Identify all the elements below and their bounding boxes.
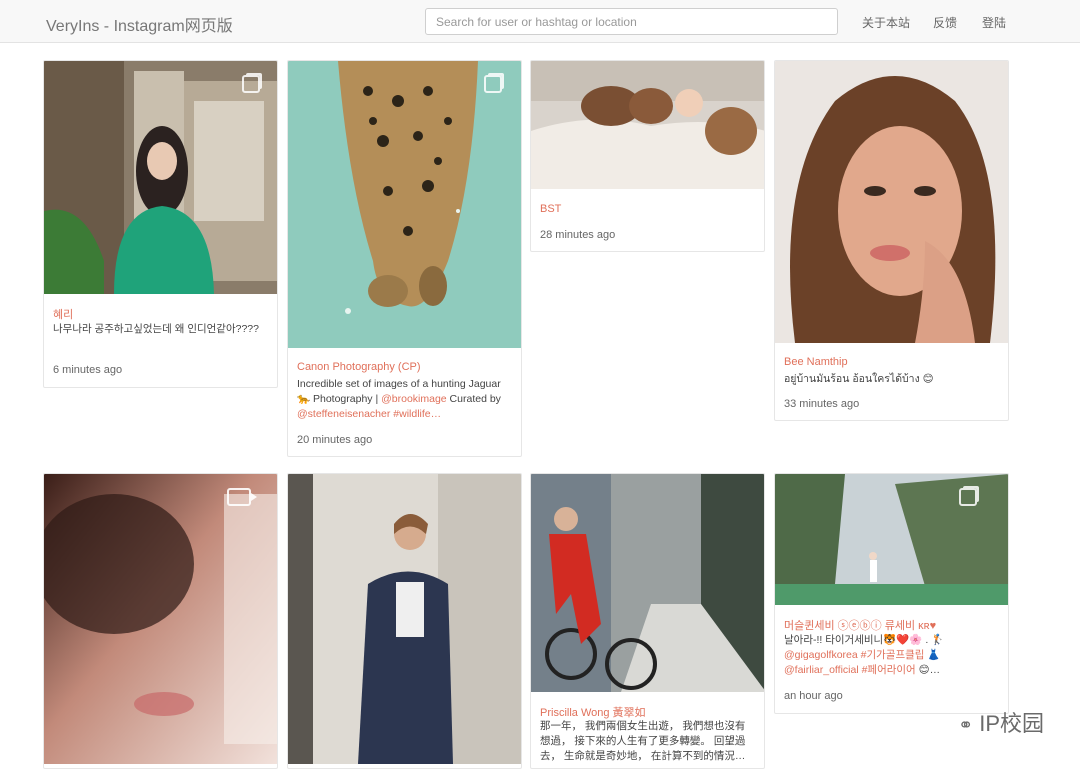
post-time: an hour ago <box>784 690 843 702</box>
post-photo[interactable] <box>775 474 1008 605</box>
post-time: 6 minutes ago <box>53 364 123 376</box>
caption-text: Curated by <box>446 393 501 405</box>
post-caption: 那一年， 我們兩個女生出遊， 我們想也沒有想過， 接下來的人生有了更多轉變。 回… <box>540 720 746 762</box>
post-author[interactable]: 머슬퀸세비 ⓢⓔⓑⓘ 류세비 ᴋʀ♥ <box>784 617 936 633</box>
post-card[interactable]: Priscilla Wong 黃翠如 那一年， 我們兩個女生出遊， 我們想也沒有… <box>530 473 765 769</box>
watermark: ⚭ IP校园 <box>958 706 1044 738</box>
mention-link[interactable]: @gigagolfkorea #기가골프클립 <box>784 649 924 661</box>
caption-text: 👗 <box>924 649 941 661</box>
wechat-icon: ⚭ <box>958 715 974 735</box>
post-author[interactable]: 혜리 <box>53 306 73 322</box>
post-photo[interactable] <box>44 61 277 294</box>
mention-link[interactable]: @steffeneisenacher #wildlife… <box>297 408 441 420</box>
multi-photo-icon <box>484 75 502 93</box>
post-author[interactable]: Canon Photography (CP) <box>297 361 421 373</box>
post-photo[interactable] <box>531 474 764 692</box>
post-card[interactable]: 머슬퀸세비 ⓢⓔⓑⓘ 류세비 ᴋʀ♥ 날아라-!! 타이거세비니🐯❤️🌸 . 🏌… <box>774 473 1009 714</box>
post-caption: อยู่บ้านมันร้อน อ้อนใครได้บ้าง 😊 <box>784 373 934 385</box>
post-author[interactable]: Priscilla Wong 黃翠如 <box>540 704 646 720</box>
post-card[interactable]: BST 28 minutes ago <box>530 60 765 252</box>
mention-link[interactable]: @brookimage <box>381 393 447 405</box>
post-card[interactable] <box>43 473 278 769</box>
post-photo[interactable] <box>531 61 764 189</box>
multi-photo-icon <box>242 75 260 93</box>
navbar: VeryIns - Instagram网页版 关于本站 反馈 登陆 <box>0 0 1080 43</box>
video-icon <box>227 488 257 506</box>
caption-text: 날아라-!! 타이거세비니🐯❤️🌸 . 🏌 <box>784 634 945 646</box>
watermark-text: IP校园 <box>979 711 1044 736</box>
post-time: 28 minutes ago <box>540 229 616 241</box>
post-caption: Incredible set of images of a hunting Ja… <box>297 377 512 422</box>
multi-photo-icon <box>959 488 977 506</box>
post-time: 33 minutes ago <box>784 398 860 410</box>
search-input[interactable] <box>425 8 838 35</box>
post-card[interactable]: 혜리 나무나라 공주하고싶었는데 왜 인디언같아???? 6 minutes a… <box>43 60 278 388</box>
nav-login-link[interactable]: 登陆 <box>982 14 1006 31</box>
post-card[interactable]: Canon Photography (CP) Incredible set of… <box>287 60 522 457</box>
post-photo[interactable] <box>44 474 277 764</box>
post-photo[interactable] <box>288 474 521 764</box>
site-brand[interactable]: VeryIns - Instagram网页版 <box>46 12 233 36</box>
post-card[interactable] <box>287 473 522 769</box>
post-photo[interactable] <box>775 61 1008 343</box>
post-time: 20 minutes ago <box>297 434 373 446</box>
post-photo[interactable] <box>288 61 521 348</box>
nav-feedback-link[interactable]: 反馈 <box>933 14 957 31</box>
mention-link[interactable]: @fairliar_official #페어라이어 <box>784 664 916 676</box>
post-card[interactable]: Bee Namthip อยู่บ้านมันร้อน อ้อนใครได้บ้… <box>774 60 1009 421</box>
post-caption: 날아라-!! 타이거세비니🐯❤️🌸 . 🏌 @gigagolfkorea #기가… <box>784 633 999 678</box>
caption-text: 😊… <box>915 664 941 676</box>
post-caption: 나무나라 공주하고싶었는데 왜 인디언같아???? <box>53 323 259 335</box>
post-author[interactable]: Bee Namthip <box>784 356 848 368</box>
nav-about-link[interactable]: 关于本站 <box>862 14 910 31</box>
post-author[interactable]: BST <box>540 203 561 215</box>
